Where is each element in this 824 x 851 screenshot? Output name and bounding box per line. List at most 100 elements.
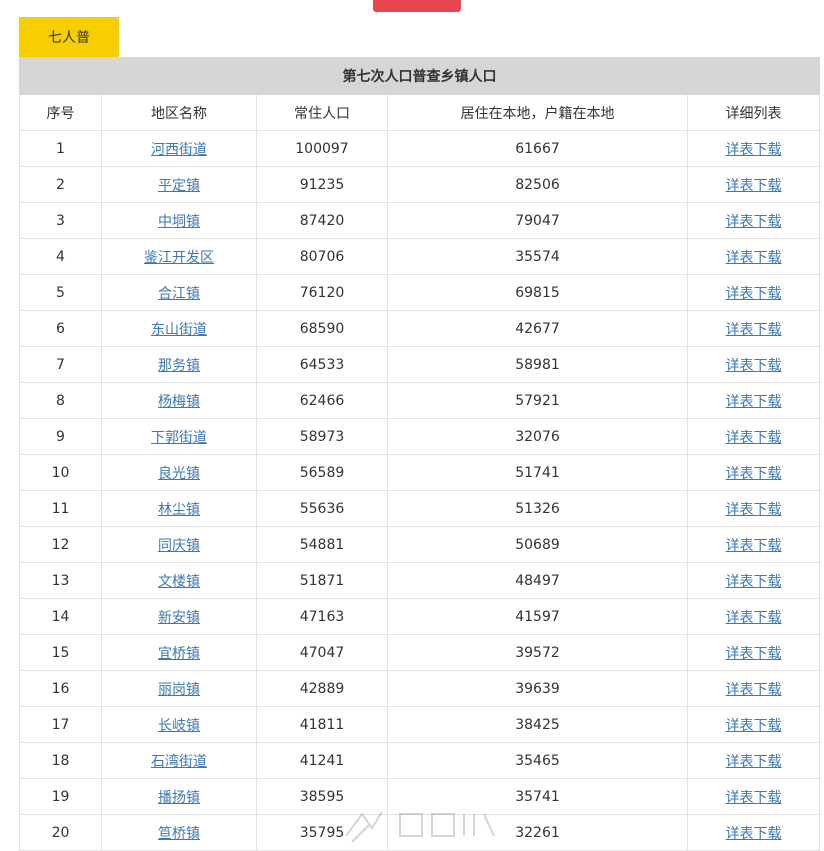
download-details-link-cell: 详表下载: [687, 706, 820, 743]
table-row: 13 文楼镇 51871 48497 详表下载: [19, 562, 820, 599]
cell-resident-population: 87420: [256, 202, 388, 239]
cell-local-population: 38425: [387, 706, 688, 743]
download-details-link[interactable]: 详表下载: [726, 538, 782, 554]
table-row: 1 河西街道 100097 61667 详表下载: [19, 130, 820, 167]
cell-local-population: 39639: [387, 670, 688, 707]
download-details-link[interactable]: 详表下载: [726, 430, 782, 446]
download-details-link[interactable]: 详表下载: [726, 610, 782, 626]
cell-resident-population: 38595: [256, 778, 388, 815]
download-details-link[interactable]: 详表下载: [726, 646, 782, 662]
cell-index: 2: [19, 166, 102, 203]
cell-index: 6: [19, 310, 102, 347]
cell-region-name-link[interactable]: 石湾街道: [151, 754, 207, 770]
cell-local-population: 61667: [387, 130, 688, 167]
table-row: 2 平定镇 91235 82506 详表下载: [19, 166, 820, 203]
cell-region-name-link[interactable]: 同庆镇: [158, 538, 200, 554]
cell-index: 3: [19, 202, 102, 239]
cell-region-name-link[interactable]: 东山街道: [151, 322, 207, 338]
cell-region-name-link[interactable]: 鉴江开发区: [144, 250, 214, 266]
cell-index: 14: [19, 598, 102, 635]
table-row: 20 笪桥镇 35795 32261 详表下载: [19, 814, 820, 851]
download-details-link[interactable]: 详表下载: [726, 250, 782, 266]
download-details-link-cell: 详表下载: [687, 490, 820, 527]
download-details-link[interactable]: 详表下载: [726, 502, 782, 518]
download-details-link-cell: 详表下载: [687, 202, 820, 239]
header-details: 详细列表: [687, 94, 820, 131]
download-details-link[interactable]: 详表下载: [726, 574, 782, 590]
cell-region-name-link[interactable]: 丽岗镇: [158, 682, 200, 698]
cell-local-population: 39572: [387, 634, 688, 671]
cell-region-name-link[interactable]: 平定镇: [158, 178, 200, 194]
download-details-link[interactable]: 详表下载: [726, 682, 782, 698]
download-details-link[interactable]: 详表下载: [726, 826, 782, 842]
download-details-link-cell: 详表下载: [687, 814, 820, 851]
download-details-link-cell: 详表下载: [687, 382, 820, 419]
cell-region-name-link[interactable]: 那务镇: [158, 358, 200, 374]
download-details-link-cell: 详表下载: [687, 130, 820, 167]
download-details-link-cell: 详表下载: [687, 454, 820, 491]
cell-index: 15: [19, 634, 102, 671]
download-details-link[interactable]: 详表下载: [726, 286, 782, 302]
download-details-link[interactable]: 详表下载: [726, 358, 782, 374]
cell-resident-population: 58973: [256, 418, 388, 455]
cell-region-name-link[interactable]: 下郭街道: [151, 430, 207, 446]
download-details-link[interactable]: 详表下载: [726, 466, 782, 482]
cell-region-name-link[interactable]: 林尘镇: [158, 502, 200, 518]
cell-resident-population: 54881: [256, 526, 388, 563]
top-red-badge[interactable]: [373, 0, 461, 12]
cell-region-name-link[interactable]: 宜桥镇: [158, 646, 200, 662]
cell-region-name-link[interactable]: 合江镇: [158, 286, 200, 302]
tab-label: 七人普: [48, 30, 90, 46]
cell-region-name-link[interactable]: 播扬镇: [158, 790, 200, 806]
download-details-link-cell: 详表下载: [687, 346, 820, 383]
download-details-link[interactable]: 详表下载: [726, 142, 782, 158]
cell-resident-population: 41811: [256, 706, 388, 743]
download-details-link-cell: 详表下载: [687, 310, 820, 347]
table-title: 第七次人口普查乡镇人口: [19, 57, 820, 95]
cell-region-name-link[interactable]: 长岐镇: [158, 718, 200, 734]
cell-index: 20: [19, 814, 102, 851]
table-row: 5 合江镇 76120 69815 详表下载: [19, 274, 820, 311]
table-row: 16 丽岗镇 42889 39639 详表下载: [19, 670, 820, 707]
cell-region-name-link[interactable]: 中垌镇: [158, 214, 200, 230]
cell-region-name-link-cell: 宜桥镇: [101, 634, 257, 671]
table-row: 15 宜桥镇 47047 39572 详表下载: [19, 634, 820, 671]
table-row: 19 播扬镇 38595 35741 详表下载: [19, 778, 820, 815]
cell-index: 10: [19, 454, 102, 491]
cell-resident-population: 35795: [256, 814, 388, 851]
cell-local-population: 79047: [387, 202, 688, 239]
download-details-link[interactable]: 详表下载: [726, 790, 782, 806]
download-details-link[interactable]: 详表下载: [726, 718, 782, 734]
download-details-link-cell: 详表下载: [687, 562, 820, 599]
cell-region-name-link[interactable]: 新安镇: [158, 610, 200, 626]
cell-local-population: 82506: [387, 166, 688, 203]
population-table: 第七次人口普查乡镇人口 序号 地区名称 常住人口 居住在本地，户籍在本地 详细列…: [19, 57, 820, 851]
download-details-link[interactable]: 详表下载: [726, 214, 782, 230]
cell-region-name-link-cell: 那务镇: [101, 346, 257, 383]
cell-local-population: 69815: [387, 274, 688, 311]
cell-region-name-link-cell: 中垌镇: [101, 202, 257, 239]
cell-region-name-link-cell: 合江镇: [101, 274, 257, 311]
cell-region-name-link[interactable]: 笪桥镇: [158, 826, 200, 842]
tab-qirenpu[interactable]: 七人普: [19, 17, 119, 57]
download-details-link[interactable]: 详表下载: [726, 322, 782, 338]
cell-resident-population: 51871: [256, 562, 388, 599]
cell-region-name-link[interactable]: 良光镇: [158, 466, 200, 482]
table-row: 11 林尘镇 55636 51326 详表下载: [19, 490, 820, 527]
table-title-row: 第七次人口普查乡镇人口: [19, 57, 820, 95]
cell-local-population: 35574: [387, 238, 688, 275]
download-details-link[interactable]: 详表下载: [726, 754, 782, 770]
cell-index: 4: [19, 238, 102, 275]
cell-region-name-link-cell: 平定镇: [101, 166, 257, 203]
cell-index: 9: [19, 418, 102, 455]
table-row: 17 长岐镇 41811 38425 详表下载: [19, 706, 820, 743]
download-details-link[interactable]: 详表下载: [726, 394, 782, 410]
cell-region-name-link[interactable]: 文楼镇: [158, 574, 200, 590]
cell-local-population: 42677: [387, 310, 688, 347]
download-details-link[interactable]: 详表下载: [726, 178, 782, 194]
cell-resident-population: 42889: [256, 670, 388, 707]
cell-region-name-link-cell: 林尘镇: [101, 490, 257, 527]
cell-region-name-link[interactable]: 杨梅镇: [158, 394, 200, 410]
cell-region-name-link[interactable]: 河西街道: [151, 142, 207, 158]
table-row: 7 那务镇 64533 58981 详表下载: [19, 346, 820, 383]
